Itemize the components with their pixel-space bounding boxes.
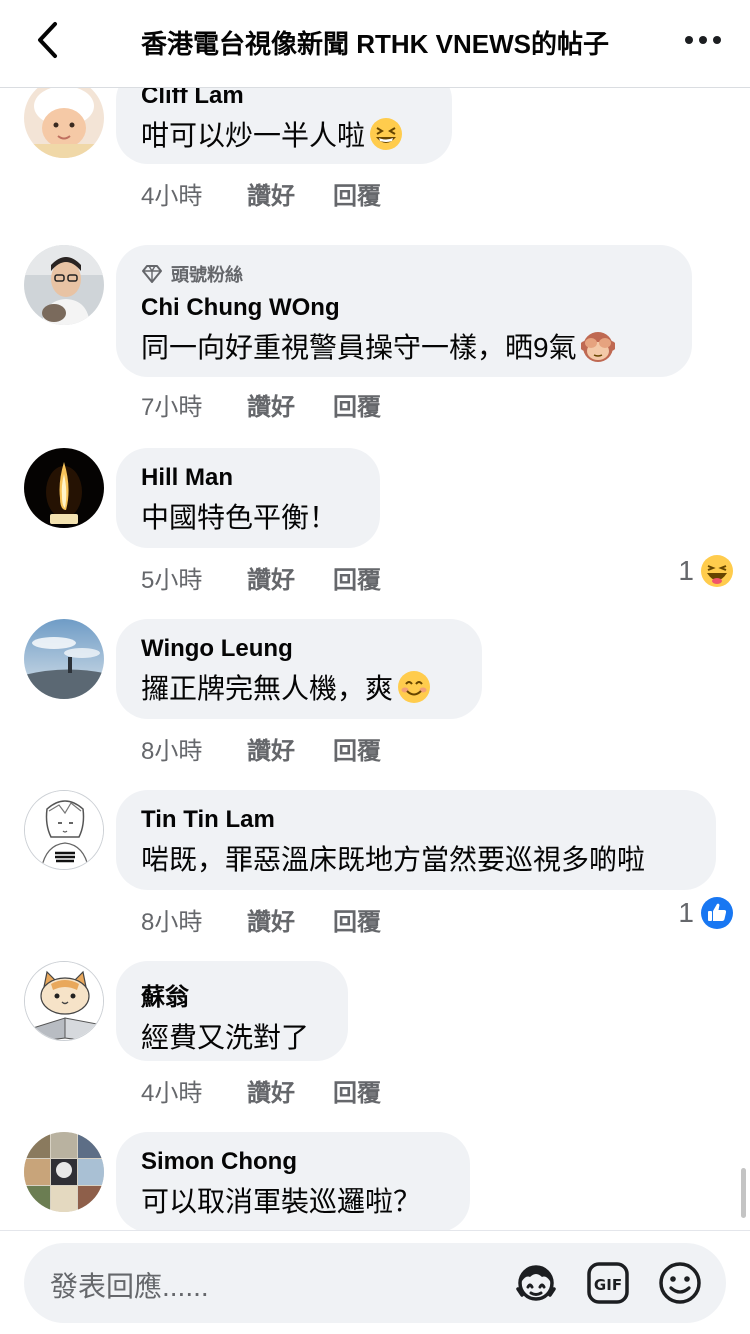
comment-list: Cliff Lam 咁可以炒一半人啦 4小時 讚好 回覆 頭號粉絲 Chi Ch… [0,88,750,1230]
reply-button[interactable]: 回覆 [333,731,381,766]
comment-composer-bar: 發表回應...... GIF [0,1230,750,1334]
smiling-face-emoji [398,671,431,703]
cat-with-laptop-avatar-image [25,962,103,1040]
comment-actions: 4小時 讚好 回覆 [141,176,381,211]
comment-text: 攞正牌完無人機，爽 [141,673,394,704]
comment-author[interactable]: Tin Tin Lam [141,806,691,834]
chevron-left-icon [38,22,57,58]
comment-text-row: 咁可以炒一半人啦 [141,114,427,154]
comment-input-placeholder: 發表回應...... [50,1271,209,1302]
comment-text: 中國特色平衡！ [141,502,338,533]
diamond-icon [142,265,162,283]
comment-bubble[interactable]: Simon Chong 可以取消軍裝巡邏啦？ [116,1132,470,1230]
like-button[interactable]: 讚好 [247,902,333,937]
avatar[interactable] [24,1132,104,1212]
man-with-cat-avatar-image [24,245,104,325]
comment-text-row: 可以取消軍裝巡邏啦？ [141,1180,445,1220]
candle-avatar-image [24,448,104,528]
comment-time[interactable]: 5小時 [141,560,247,595]
like-button[interactable]: 讚好 [247,731,333,766]
comment-author[interactable]: 蘇翁 [141,977,323,1012]
comment-time[interactable]: 7小時 [141,387,247,422]
dot-icon [699,36,707,44]
avatar[interactable] [24,88,104,158]
avatar[interactable] [24,961,104,1041]
avatar[interactable] [24,245,104,325]
comment-bubble[interactable]: 頭號粉絲 Chi Chung WOng 同一向好重視警員操守一樣，晒9氣 [116,245,692,377]
reply-button[interactable]: 回覆 [333,387,381,422]
comment-bubble[interactable]: Wingo Leung 攞正牌完無人機，爽 [116,619,482,719]
comment-input[interactable]: 發表回應...... GIF [24,1243,726,1323]
reaction-summary[interactable]: 1 [678,896,734,930]
reply-button[interactable]: 回覆 [333,902,381,937]
comment-text: 可以取消軍裝巡邏啦？ [141,1186,422,1217]
reply-button[interactable]: 回覆 [333,176,381,211]
svg-text:GIF: GIF [594,1276,622,1294]
comment-actions: 5小時 讚好 回覆 [141,560,381,595]
avatar[interactable] [24,619,104,699]
comment-author[interactable]: Cliff Lam [141,88,427,110]
comment-actions: 4小時 讚好 回覆 [141,1073,381,1108]
comment-time[interactable]: 4小時 [141,1073,247,1108]
back-button[interactable] [28,18,68,62]
comment-text-row: 啱既，罪惡溫床既地方當然要巡視多啲啦 [141,838,691,878]
avatar-sticker-icon[interactable] [512,1259,560,1307]
gif-icon[interactable]: GIF [584,1259,632,1307]
comment-actions: 8小時 讚好 回覆 [141,731,381,766]
comment-text: 咁可以炒一半人啦 [141,120,366,151]
comment-text-row: 同一向好重視警員操守一樣，晒9氣 [141,326,667,366]
emoji-icon[interactable] [656,1259,704,1307]
see-no-evil-monkey-emoji [580,332,615,362]
comment-author[interactable]: Hill Man [141,464,355,492]
page-title: 香港電台視像新聞 RTHK VNEWS的帖子 [140,29,609,59]
like-button[interactable]: 讚好 [247,176,333,211]
haha-reaction-icon [701,555,733,587]
dot-icon [685,36,693,44]
landscape-avatar-image [24,619,104,699]
reply-button[interactable]: 回覆 [333,560,381,595]
baby-avatar-image [24,88,104,158]
avatar[interactable] [24,448,104,528]
comment-actions: 8小時 讚好 回覆 [141,902,381,937]
reaction-count: 1 [678,897,694,928]
like-button[interactable]: 讚好 [247,560,333,595]
comment-text-row: 經費又洗對了 [141,1016,323,1056]
comment-author[interactable]: Simon Chong [141,1148,445,1176]
top-fan-badge: 頭號粉絲 [141,263,667,285]
like-reaction-icon [701,897,733,929]
comment-actions: 7小時 讚好 回覆 [141,387,381,422]
scrollbar[interactable] [741,1168,746,1218]
comment-time[interactable]: 8小時 [141,731,247,766]
comment-bubble[interactable]: Tin Tin Lam 啱既，罪惡溫床既地方當然要巡視多啲啦 [116,790,716,890]
reply-button[interactable]: 回覆 [333,1073,381,1108]
comment-time[interactable]: 8小時 [141,902,247,937]
dot-icon [713,36,721,44]
collage-avatar-image [24,1132,104,1212]
comment-text-row: 攞正牌完無人機，爽 [141,667,457,707]
comment-bubble[interactable]: Hill Man 中國特色平衡！ [116,448,380,548]
comment-text: 經費又洗對了 [141,1022,310,1053]
avatar[interactable] [24,790,104,870]
comment-bubble[interactable]: 蘇翁 經費又洗對了 [116,961,348,1061]
grinning-squint-emoji [370,118,403,150]
top-bar: 香港電台視像新聞 RTHK VNEWS的帖子 [0,0,750,88]
reaction-count: 1 [678,555,694,586]
comment-bubble[interactable]: Cliff Lam 咁可以炒一半人啦 [116,88,452,164]
like-button[interactable]: 讚好 [247,387,333,422]
manga-sketch-avatar-image [25,791,103,869]
more-options-button[interactable] [678,24,728,56]
fan-badge-label: 頭號粉絲 [171,265,243,285]
comment-text-row: 中國特色平衡！ [141,496,355,536]
comment-time[interactable]: 4小時 [141,176,247,211]
reaction-summary[interactable]: 1 [678,554,734,588]
comment-text: 啱既，罪惡溫床既地方當然要巡視多啲啦 [141,844,646,875]
comment-author[interactable]: Wingo Leung [141,635,457,663]
comment-author[interactable]: Chi Chung WOng [141,294,667,322]
like-button[interactable]: 讚好 [247,1073,333,1108]
comment-text: 同一向好重視警員操守一樣，晒9氣 [141,332,577,363]
